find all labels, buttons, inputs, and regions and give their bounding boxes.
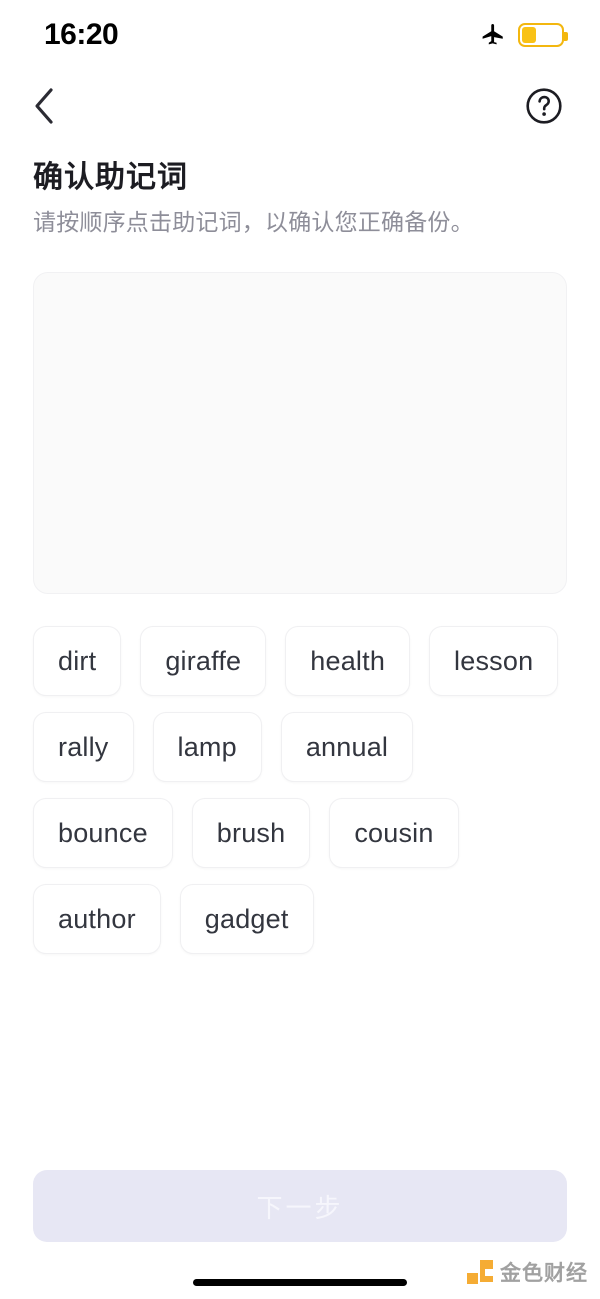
phone-screen: 16:20 确认助记词 请按顺序点击助记词，以确认您正确备份。 dirt gir…	[0, 0, 600, 1299]
word-chip[interactable]: author	[33, 884, 161, 954]
word-chip[interactable]: giraffe	[140, 626, 267, 696]
chevron-left-icon	[35, 88, 53, 124]
status-indicators	[480, 18, 568, 48]
selected-words-area[interactable]	[33, 272, 567, 594]
status-bar: 16:20	[0, 0, 600, 66]
page-header: 确认助记词 请按顺序点击助记词，以确认您正确备份。	[33, 158, 567, 238]
logo-square-small	[467, 1273, 478, 1284]
battery-cap	[564, 32, 568, 41]
help-button[interactable]	[524, 86, 564, 126]
page-subtitle: 请按顺序点击助记词，以确认您正确备份。	[33, 209, 474, 235]
word-pool: dirt giraffe health lesson rally lamp annual bo…	[33, 626, 567, 954]
logo-notch	[485, 1269, 493, 1276]
back-button[interactable]	[20, 82, 68, 130]
word-chip[interactable]: lesson	[429, 626, 559, 696]
watermark-text: 金色财经	[500, 1262, 588, 1285]
status-time: 16:20	[44, 18, 119, 51]
next-button[interactable]: 下一步	[33, 1170, 567, 1242]
word-chip[interactable]: cousin	[329, 798, 459, 868]
watermark: 金色财经	[467, 1257, 588, 1287]
navigation-bar	[0, 78, 600, 134]
word-chip[interactable]: lamp	[152, 712, 262, 782]
question-mark-circle-icon	[526, 88, 562, 124]
word-chip[interactable]: bounce	[33, 798, 173, 868]
airplane-mode-icon	[482, 23, 503, 45]
word-chip[interactable]: health	[285, 626, 411, 696]
battery-icon	[518, 23, 568, 47]
word-chip[interactable]: dirt	[33, 626, 122, 696]
word-chip[interactable]: gadget	[179, 884, 314, 954]
battery-fill	[522, 27, 536, 43]
page-title: 确认助记词	[33, 161, 188, 194]
jinse-logo-icon	[467, 1260, 493, 1284]
word-chip[interactable]: annual	[280, 712, 414, 782]
home-indicator[interactable]	[193, 1279, 407, 1286]
word-chip[interactable]: rally	[33, 712, 134, 782]
word-chip[interactable]: brush	[191, 798, 311, 868]
